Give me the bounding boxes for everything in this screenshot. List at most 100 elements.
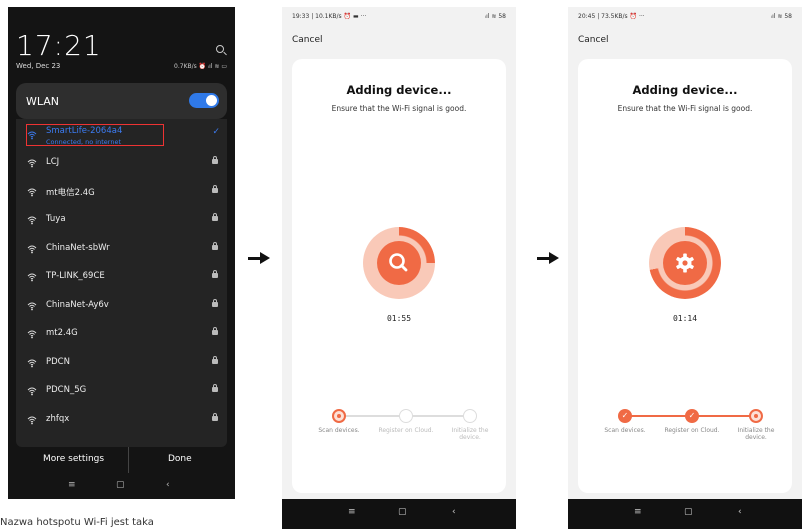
menu-nav-icon[interactable]: ≡ — [348, 507, 356, 517]
check-icon: ✓ — [685, 409, 699, 423]
network-item[interactable]: PDCN — [16, 349, 227, 377]
step-dot-active — [332, 409, 346, 423]
divider — [128, 447, 129, 473]
search-icon — [389, 253, 408, 272]
network-name: mt电信2.4G — [46, 187, 95, 198]
check-icon: ✓ — [618, 409, 632, 423]
step-label: Scan devices. — [318, 427, 360, 434]
step-label: Scan devices. — [604, 427, 646, 434]
check-icon: ✓ — [212, 127, 220, 137]
wifi-icon — [27, 387, 37, 396]
network-item-active[interactable]: SmartLife-2064a4 Connected, no internet … — [16, 121, 227, 149]
system-nav-bar: ≡ ▢ ‹ — [568, 499, 802, 529]
step-label: Initialize the device. — [737, 427, 775, 441]
menu-nav-icon[interactable]: ≡ — [68, 480, 76, 490]
wifi-icon — [27, 216, 37, 225]
step-initialize: Initialize the device. — [440, 409, 500, 441]
progress-card: Adding device... Ensure that the Wi-Fi s… — [578, 59, 792, 493]
status-bar-left: 20:45 | 73.5KB/s ⏰ ··· — [578, 13, 645, 20]
wifi-icon — [27, 188, 37, 196]
progress-ring — [649, 227, 721, 299]
adding-device-screen-init: 20:45 | 73.5KB/s ⏰ ··· ᵢıl ≋ 58 Cancel A… — [568, 7, 802, 529]
step-scan: Scan devices. — [309, 409, 369, 434]
arrow-right-icon — [248, 252, 270, 264]
lock-icon — [212, 213, 218, 221]
lock-icon — [212, 412, 218, 421]
progress-ring — [363, 227, 435, 299]
step-dot-active — [749, 409, 763, 423]
countdown-timer: 01:14 — [672, 314, 698, 323]
back-nav-icon[interactable]: ‹ — [452, 507, 456, 517]
network-item[interactable]: mt电信2.4G — [16, 178, 227, 206]
cancel-button[interactable]: Cancel — [578, 35, 609, 45]
more-settings-button[interactable]: More settings — [43, 454, 104, 464]
footer-actions: More settings Done — [16, 447, 227, 473]
wifi-icon — [27, 302, 37, 310]
back-nav-icon[interactable]: ‹ — [738, 507, 742, 517]
status-bar-right: ᵢıl ≋ 58 — [485, 13, 506, 20]
cancel-button[interactable]: Cancel — [292, 35, 323, 45]
network-item[interactable]: zhfqx — [16, 406, 227, 434]
home-nav-icon[interactable]: ▢ — [116, 480, 125, 490]
done-button[interactable]: Done — [168, 454, 192, 464]
menu-nav-icon[interactable]: ≡ — [634, 507, 642, 517]
network-name: ChinaNet-sbWr — [46, 242, 110, 253]
wlan-toggle[interactable] — [189, 93, 219, 108]
wifi-icon — [27, 159, 37, 168]
progress-card: Adding device... Ensure that the Wi-Fi s… — [292, 59, 506, 493]
lock-icon — [212, 241, 218, 250]
step-dot-pending — [463, 409, 477, 423]
network-item[interactable]: TP-LINK_69CE — [16, 263, 227, 291]
wlan-toggle-row[interactable]: WLAN — [16, 83, 227, 119]
system-nav-bar: ≡ ▢ ‹ — [8, 473, 235, 499]
step-label: Register on Cloud. — [378, 427, 434, 434]
page-title: Adding device... — [346, 83, 452, 97]
network-name: ChinaNet-Ay6v — [46, 299, 109, 310]
lock-icon — [212, 156, 218, 164]
network-name: mt2.4G — [46, 328, 78, 338]
adding-device-screen-scan: 19:33 | 10.1KB/s ⏰ ▬ ··· ᵢıl ≋ 58 Cancel… — [282, 7, 516, 529]
clock: 17:21 — [16, 29, 102, 62]
wifi-icon — [27, 330, 37, 339]
step-label: Register on Cloud. — [664, 427, 720, 434]
step-dot-pending — [399, 409, 413, 423]
step-register: ✓ Register on Cloud. — [662, 409, 722, 434]
gear-icon — [676, 253, 694, 273]
wlan-label: WLAN — [26, 95, 60, 108]
search-icon[interactable] — [216, 45, 224, 53]
highlight-box — [26, 124, 164, 146]
step-indicator: ✓ Scan devices. ✓ Register on Cloud. Ini… — [578, 409, 792, 469]
network-item[interactable]: LCJ — [16, 149, 227, 177]
network-item[interactable]: PDCN_5G — [16, 377, 227, 405]
network-name: PDCN_5G — [46, 385, 87, 395]
network-item[interactable]: Tuya — [16, 206, 227, 234]
lock-icon — [212, 355, 218, 364]
date-label: Wed, Dec 23 — [16, 62, 61, 70]
countdown-timer: 01:55 — [386, 314, 412, 323]
lock-icon — [212, 384, 218, 392]
home-nav-icon[interactable]: ▢ — [684, 507, 693, 517]
page-title: Adding device... — [632, 83, 738, 97]
network-item[interactable]: ChinaNet-sbWr — [16, 235, 227, 263]
arrow-right-icon — [537, 252, 559, 264]
step-register: Register on Cloud. — [376, 409, 436, 434]
status-bar-left: 19:33 | 10.1KB/s ⏰ ▬ ··· — [292, 13, 367, 20]
page-subtitle: Ensure that the Wi-Fi signal is good. — [617, 104, 753, 113]
network-name: zhfqx — [46, 413, 70, 424]
system-nav-bar: ≡ ▢ ‹ — [282, 499, 516, 529]
network-list: SmartLife-2064a4 Connected, no internet … — [16, 119, 227, 447]
step-label: Initialize the device. — [451, 427, 489, 441]
page-subtitle: Ensure that the Wi-Fi signal is good. — [331, 104, 467, 113]
network-item[interactable]: ChinaNet-Ay6v — [16, 292, 227, 320]
lock-icon — [212, 270, 218, 278]
home-nav-icon[interactable]: ▢ — [398, 507, 407, 517]
wifi-icon — [27, 245, 37, 253]
back-nav-icon[interactable]: ‹ — [166, 480, 170, 490]
network-name: TP-LINK_69CE — [46, 271, 105, 281]
network-name: PDCN — [46, 356, 70, 367]
network-item[interactable]: mt2.4G — [16, 320, 227, 348]
network-name: Tuya — [46, 214, 66, 224]
wifi-icon — [27, 273, 37, 282]
caption-text: Nazwa hotspotu Wi-Fi jest taka — [0, 517, 154, 528]
lock-icon — [212, 327, 218, 335]
